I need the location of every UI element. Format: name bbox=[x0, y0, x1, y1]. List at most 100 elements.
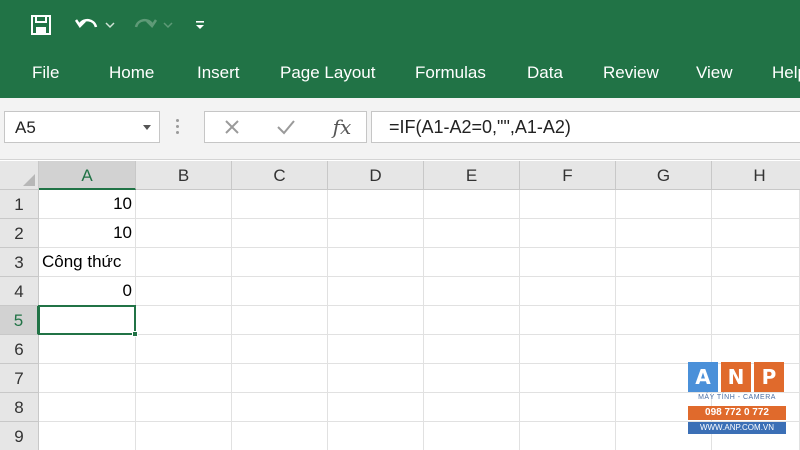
cell-h2[interactable] bbox=[712, 219, 800, 248]
cell-c1[interactable] bbox=[232, 190, 328, 219]
cell-e3[interactable] bbox=[424, 248, 520, 277]
insert-function-button[interactable]: fx bbox=[327, 112, 357, 142]
tab-home[interactable]: Home bbox=[109, 54, 154, 98]
select-all-button[interactable] bbox=[0, 161, 39, 190]
row-header-9[interactable]: 9 bbox=[0, 422, 39, 450]
tab-formulas[interactable]: Formulas bbox=[415, 54, 486, 98]
cell-a4[interactable]: 0 bbox=[39, 277, 136, 306]
save-icon[interactable] bbox=[26, 10, 56, 40]
column-header-e[interactable]: E bbox=[424, 161, 520, 190]
cell-d7[interactable] bbox=[328, 364, 424, 393]
column-header-g[interactable]: G bbox=[616, 161, 712, 190]
row-header-7[interactable]: 7 bbox=[0, 364, 39, 393]
cell-b8[interactable] bbox=[136, 393, 232, 422]
cell-d2[interactable] bbox=[328, 219, 424, 248]
column-header-h[interactable]: H bbox=[712, 161, 800, 190]
cell-b3[interactable] bbox=[136, 248, 232, 277]
cell-a3[interactable]: Công thức bbox=[39, 248, 136, 277]
cell-h6[interactable] bbox=[712, 335, 800, 364]
column-header-d[interactable]: D bbox=[328, 161, 424, 190]
cell-d3[interactable] bbox=[328, 248, 424, 277]
cell-g3[interactable] bbox=[616, 248, 712, 277]
cell-h1[interactable] bbox=[712, 190, 800, 219]
cell-e1[interactable] bbox=[424, 190, 520, 219]
cell-b6[interactable] bbox=[136, 335, 232, 364]
cell-a6[interactable] bbox=[39, 335, 136, 364]
cell-h3[interactable] bbox=[712, 248, 800, 277]
cell-f5[interactable] bbox=[520, 306, 616, 335]
cell-c9[interactable] bbox=[232, 422, 328, 450]
cell-e4[interactable] bbox=[424, 277, 520, 306]
name-box[interactable]: A5 bbox=[4, 111, 160, 143]
tab-help[interactable]: Help bbox=[772, 54, 800, 98]
row-header-3[interactable]: 3 bbox=[0, 248, 39, 277]
cell-b4[interactable] bbox=[136, 277, 232, 306]
cell-c6[interactable] bbox=[232, 335, 328, 364]
cell-e5[interactable] bbox=[424, 306, 520, 335]
cell-g1[interactable] bbox=[616, 190, 712, 219]
cell-g4[interactable] bbox=[616, 277, 712, 306]
chevron-down-icon[interactable] bbox=[143, 125, 151, 130]
cell-e7[interactable] bbox=[424, 364, 520, 393]
cell-f6[interactable] bbox=[520, 335, 616, 364]
cell-d4[interactable] bbox=[328, 277, 424, 306]
cell-h5[interactable] bbox=[712, 306, 800, 335]
cell-a2[interactable]: 10 bbox=[39, 219, 136, 248]
cell-f2[interactable] bbox=[520, 219, 616, 248]
row-header-1[interactable]: 1 bbox=[0, 190, 39, 219]
column-header-f[interactable]: F bbox=[520, 161, 616, 190]
column-header-b[interactable]: B bbox=[136, 161, 232, 190]
cell-d5[interactable] bbox=[328, 306, 424, 335]
cell-f4[interactable] bbox=[520, 277, 616, 306]
cell-f7[interactable] bbox=[520, 364, 616, 393]
cancel-icon[interactable] bbox=[219, 112, 245, 142]
cell-a7[interactable] bbox=[39, 364, 136, 393]
row-header-8[interactable]: 8 bbox=[0, 393, 39, 422]
undo-dropdown-icon[interactable] bbox=[103, 10, 117, 40]
cell-d8[interactable] bbox=[328, 393, 424, 422]
cell-c4[interactable] bbox=[232, 277, 328, 306]
cell-b1[interactable] bbox=[136, 190, 232, 219]
cell-c7[interactable] bbox=[232, 364, 328, 393]
vertical-grip-icon[interactable] bbox=[176, 119, 179, 135]
tab-file[interactable]: File bbox=[32, 54, 59, 98]
cell-f3[interactable] bbox=[520, 248, 616, 277]
cell-a1[interactable]: 10 bbox=[39, 190, 136, 219]
cell-d9[interactable] bbox=[328, 422, 424, 450]
cell-f9[interactable] bbox=[520, 422, 616, 450]
cell-g6[interactable] bbox=[616, 335, 712, 364]
cell-a9[interactable] bbox=[39, 422, 136, 450]
cell-d1[interactable] bbox=[328, 190, 424, 219]
cell-e9[interactable] bbox=[424, 422, 520, 450]
cell-g5[interactable] bbox=[616, 306, 712, 335]
cell-c3[interactable] bbox=[232, 248, 328, 277]
cell-h4[interactable] bbox=[712, 277, 800, 306]
redo-icon[interactable] bbox=[128, 10, 162, 40]
cell-f8[interactable] bbox=[520, 393, 616, 422]
cell-b9[interactable] bbox=[136, 422, 232, 450]
row-header-6[interactable]: 6 bbox=[0, 335, 39, 364]
cell-g2[interactable] bbox=[616, 219, 712, 248]
cell-e6[interactable] bbox=[424, 335, 520, 364]
cell-d6[interactable] bbox=[328, 335, 424, 364]
row-header-5[interactable]: 5 bbox=[0, 306, 39, 335]
column-header-c[interactable]: C bbox=[232, 161, 328, 190]
row-header-2[interactable]: 2 bbox=[0, 219, 39, 248]
redo-dropdown-icon[interactable] bbox=[161, 10, 175, 40]
column-header-a[interactable]: A bbox=[39, 161, 136, 190]
row-header-4[interactable]: 4 bbox=[0, 277, 39, 306]
tab-review[interactable]: Review bbox=[603, 54, 659, 98]
tab-data[interactable]: Data bbox=[527, 54, 563, 98]
customize-qat-icon[interactable] bbox=[192, 10, 208, 40]
cell-a8[interactable] bbox=[39, 393, 136, 422]
cell-b5[interactable] bbox=[136, 306, 232, 335]
fill-handle[interactable] bbox=[132, 331, 138, 337]
check-icon[interactable] bbox=[273, 112, 299, 142]
tab-insert[interactable]: Insert bbox=[197, 54, 240, 98]
cell-e8[interactable] bbox=[424, 393, 520, 422]
cell-f1[interactable] bbox=[520, 190, 616, 219]
cell-a5[interactable] bbox=[39, 306, 136, 335]
tab-page-layout[interactable]: Page Layout bbox=[280, 54, 375, 98]
cell-c8[interactable] bbox=[232, 393, 328, 422]
formula-input[interactable]: =IF(A1-A2=0,"",A1-A2) bbox=[371, 111, 800, 143]
